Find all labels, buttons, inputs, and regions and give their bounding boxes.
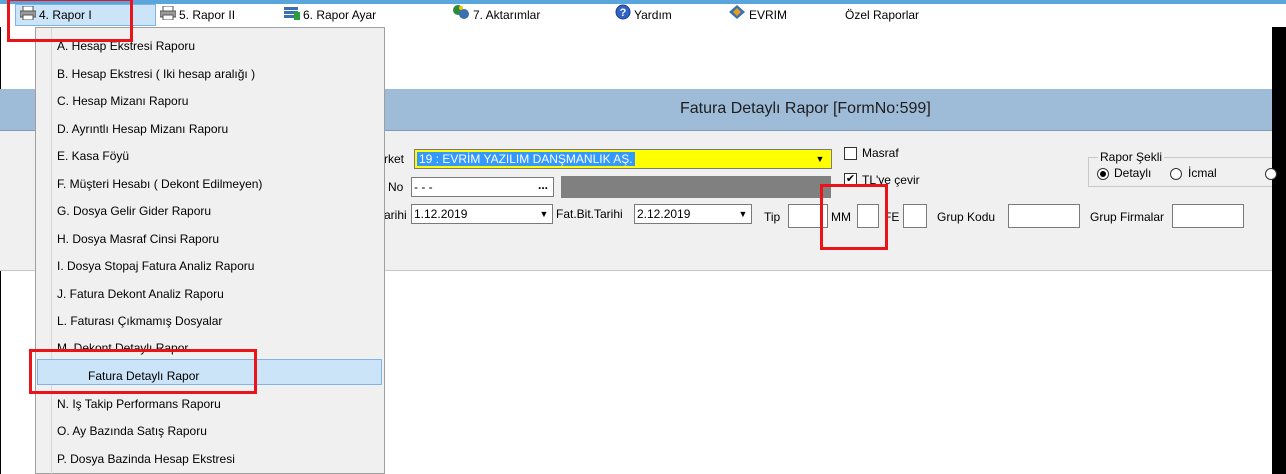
dropdown-item[interactable]: B. Hesap Ekstresi ( Iki hesap aralığı ): [57, 67, 255, 81]
transfer-icon: [452, 4, 470, 27]
svg-text:?: ?: [620, 7, 627, 19]
dropdown-item[interactable]: H. Dosya Masraf Cinsi Raporu: [57, 232, 219, 246]
menu-yardim[interactable]: ? Yardım: [615, 4, 672, 26]
detayli-radio[interactable]: [1097, 168, 1109, 180]
grup-kodu-field[interactable]: [1008, 204, 1080, 228]
evrim-icon: [728, 4, 746, 27]
form-title: Fatura Detaylı Rapor [FormNo:599]: [680, 100, 931, 117]
masraf-checkbox[interactable]: [844, 147, 857, 160]
masraf-label: Masraf: [862, 146, 899, 160]
menu-evrim-label: EVRIM: [749, 8, 788, 22]
dropdown-item[interactable]: F. Müşteri Hesabı ( Dekont Edilmeyen): [57, 177, 262, 191]
grup-firmalar-label: Grup Firmalar: [1090, 210, 1165, 224]
right-edge: [1272, 27, 1286, 474]
firma-value: 19 : EVRİM YAZILIM DANŞMANLIK AŞ.: [417, 152, 635, 166]
menu-rapor-2-label: 5. Rapor II: [179, 8, 236, 22]
fat-bit-tarih-label: Fat.Bit.Tarihi: [556, 207, 623, 221]
tarih-label: arihi: [384, 208, 407, 222]
help-icon: ?: [615, 4, 631, 27]
no-label: No: [388, 180, 404, 194]
printer-icon: [159, 5, 177, 27]
dropdown-item[interactable]: I. Dosya Stopaj Fatura Analiz Raporu: [57, 259, 254, 273]
dropdown-item[interactable]: J. Fatura Dekont Analiz Raporu: [57, 287, 224, 301]
no-description: [561, 176, 831, 198]
annotation-box-item: [29, 349, 257, 394]
menu-ozel-raporlar-label: Özel Raporlar: [845, 8, 920, 22]
fat-bit-tarih-value: 2.12.2019: [637, 207, 691, 221]
dropdown-item[interactable]: E. Kasa Föyü: [57, 149, 129, 163]
menu-rapor-2[interactable]: 5. Rapor II: [159, 4, 236, 27]
chevron-down-icon[interactable]: ▼: [812, 150, 828, 168]
browse-button[interactable]: ...: [533, 178, 553, 196]
menu-evrim[interactable]: EVRIM: [728, 4, 787, 26]
icmal-label: İcmal: [1188, 166, 1217, 180]
dropdown-item[interactable]: D. Ayrıntlı Hesap Mizanı Raporu: [57, 122, 228, 136]
annotation-box-mm: [820, 184, 888, 250]
grup-firmalar-field[interactable]: [1172, 204, 1244, 228]
firma-label: rket: [384, 152, 405, 166]
dropdown-item[interactable]: O. Ay Bazında Satış Raporu: [57, 424, 207, 438]
dropdown-item[interactable]: G. Dosya Gelir Gider Raporu: [57, 204, 211, 218]
menu-bar: 4. Rapor I 5. Rapor II 6. Rapor Ayar 7. …: [0, 4, 1286, 27]
dropdown-item[interactable]: L. Faturası Çıkmamış Dosyalar: [57, 314, 222, 328]
menu-aktarimlar-label: 7. Aktarımlar: [473, 8, 541, 22]
rapor-sekli-label: Rapor Şekli: [1098, 150, 1165, 164]
annotation-box-menu: [7, 0, 133, 42]
no-value: - - -: [414, 180, 433, 194]
detayli-label: Detaylı: [1114, 166, 1152, 180]
third-radio[interactable]: [1265, 168, 1277, 180]
chevron-down-icon[interactable]: ▼: [735, 205, 751, 223]
menu-rapor-ayar-label: 6. Rapor Ayar: [303, 8, 377, 22]
dropdown-icon-gutter-separator: [51, 28, 52, 474]
firma-combobox[interactable]: 19 : EVRİM YAZILIM DANŞMANLIK AŞ.: [414, 149, 832, 169]
dropdown-item[interactable]: C. Hesap Mizanı Raporu: [57, 94, 188, 108]
bas-tarih-field[interactable]: 1.12.2019: [411, 204, 553, 224]
grup-kodu-label: Grup Kodu: [937, 210, 996, 224]
icmal-radio[interactable]: [1170, 168, 1182, 180]
bas-tarih-value: 1.12.2019: [414, 207, 468, 221]
dropdown-item[interactable]: N. Iş Takip Performans Raporu: [57, 397, 221, 411]
tip-label: Tip: [764, 210, 781, 224]
menu-yardim-label: Yardım: [634, 8, 672, 22]
menu-ozel-raporlar[interactable]: Özel Raporlar: [845, 4, 919, 26]
settings-icon: [284, 5, 300, 27]
menu-rapor-ayar[interactable]: 6. Rapor Ayar: [284, 4, 376, 26]
menu-aktarimlar[interactable]: 7. Aktarımlar: [452, 4, 540, 26]
dropdown-item[interactable]: P. Dosya Bazinda Hesap Ekstresi: [57, 452, 235, 466]
fe-field[interactable]: [903, 204, 927, 228]
chevron-down-icon[interactable]: ▼: [536, 205, 552, 223]
